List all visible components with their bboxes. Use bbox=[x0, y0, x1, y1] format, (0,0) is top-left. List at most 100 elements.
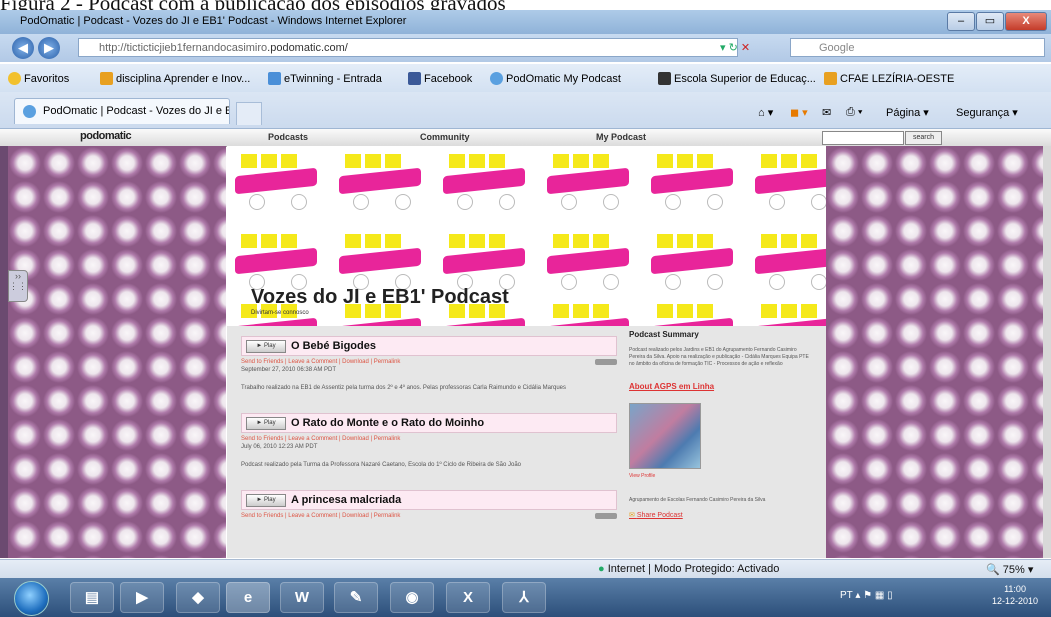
banner-decoration bbox=[235, 154, 317, 214]
page-icon bbox=[824, 72, 837, 85]
restore-button[interactable]: ▭ bbox=[976, 12, 1004, 31]
banner-decoration bbox=[339, 234, 421, 294]
podcast-title: Vozes do JI e EB1' Podcast bbox=[251, 286, 509, 308]
episode-title[interactable]: O Bebé Bigodes bbox=[291, 340, 376, 352]
banner-decoration bbox=[547, 154, 629, 214]
episode: ► Play O Rato do Monte e o Rato do Moinh… bbox=[241, 413, 617, 490]
nav-podcasts[interactable]: Podcasts bbox=[268, 132, 308, 142]
new-tab-button[interactable] bbox=[236, 102, 262, 125]
nav-my-podcast[interactable]: My Podcast bbox=[596, 132, 646, 142]
mail-icon[interactable]: ✉ bbox=[822, 106, 831, 119]
episode: ► Play O Bebé Bigodes Send to Friends | … bbox=[241, 336, 617, 413]
excel-icon[interactable]: X bbox=[446, 582, 490, 613]
episode-title[interactable]: A princesa malcriada bbox=[291, 494, 401, 506]
zoom-level[interactable]: 🔍 75% ▾ bbox=[986, 563, 1033, 576]
play-button[interactable]: ► Play bbox=[246, 339, 286, 353]
print-icon[interactable]: ⎙ ▾ bbox=[846, 106, 862, 119]
forward-button[interactable]: ▶ bbox=[38, 37, 60, 59]
internet-explorer-icon[interactable]: e bbox=[226, 582, 270, 613]
school-icon bbox=[658, 72, 671, 85]
summary-heading: Podcast Summary bbox=[629, 330, 699, 339]
refresh-stop-icons[interactable]: ▾ ↻ ✕ bbox=[720, 41, 750, 54]
banner-decoration bbox=[339, 154, 421, 214]
address-bar[interactable]: http://ticticticjieb1fernandocasimiro.po… bbox=[78, 38, 738, 57]
back-button[interactable]: ◀ bbox=[12, 37, 34, 59]
tab-podomatic[interactable]: PodOmatic | Podcast - Vozes do JI e E... bbox=[14, 98, 230, 124]
podomatic-icon bbox=[23, 105, 36, 118]
episode-links[interactable]: Send to Friends | Leave a Comment | Down… bbox=[241, 359, 617, 367]
view-profile-link[interactable]: View Profile bbox=[629, 473, 809, 479]
word-icon[interactable]: W bbox=[280, 582, 324, 613]
globe-icon: ● bbox=[598, 563, 605, 575]
decorative-background-left bbox=[8, 146, 226, 558]
paint-icon[interactable]: ✎ bbox=[334, 582, 378, 613]
share-badge[interactable] bbox=[595, 359, 617, 365]
decorative-background-right bbox=[826, 146, 1043, 558]
media-player-icon[interactable]: ▶ bbox=[120, 582, 164, 613]
share-icon: ✉ bbox=[629, 512, 637, 519]
security-zone: ● Internet | Modo Protegido: Activado bbox=[598, 563, 780, 575]
favorite-item[interactable]: Facebook bbox=[408, 72, 472, 85]
start-button[interactable] bbox=[14, 581, 49, 616]
favorite-item[interactable]: eTwinning - Entrada bbox=[268, 72, 382, 85]
app-icon[interactable]: ◆ bbox=[176, 582, 220, 613]
banner-decoration bbox=[651, 234, 733, 294]
firefox-icon[interactable]: ◉ bbox=[390, 582, 434, 613]
banner-decoration bbox=[651, 304, 733, 326]
pdf-icon[interactable]: ⅄ bbox=[502, 582, 546, 613]
podomatic-search-input[interactable] bbox=[822, 131, 904, 145]
episode-date: July 06, 2010 12:23 AM PDT bbox=[241, 444, 318, 450]
episode-links[interactable]: Send to Friends | Leave a Comment | Down… bbox=[241, 513, 617, 521]
minimize-button[interactable]: – bbox=[947, 12, 975, 31]
favorites-bar: Favoritos disciplina Aprender e Inov... … bbox=[0, 64, 1051, 92]
taskbar: ▤ ▶ ◆ e W ✎ ◉ X ⅄ PT ▴ ⚑ ▦ ▯ 11:00 12-12-… bbox=[0, 578, 1051, 617]
podomatic-header: podomatic Podcasts Community My Podcast … bbox=[0, 129, 1051, 147]
sidebar-toggle[interactable]: ›› ⋮⋮ bbox=[8, 270, 28, 302]
close-button[interactable]: X bbox=[1005, 12, 1047, 31]
episode-links[interactable]: Send to Friends | Leave a Comment | Down… bbox=[241, 436, 617, 444]
episode-description: Podcast realizado pela Turma da Professo… bbox=[241, 462, 522, 468]
etwinning-icon bbox=[268, 72, 281, 85]
favorite-item[interactable]: PodOmatic My Podcast bbox=[490, 72, 621, 85]
podomatic-logo[interactable]: podomatic bbox=[80, 130, 132, 142]
summary-text: Podcast realizado pelos Jardins e EB1 do… bbox=[629, 347, 809, 367]
status-bar: ● Internet | Modo Protegido: Activado 🔍 … bbox=[0, 559, 1051, 579]
star-icon bbox=[8, 72, 21, 85]
clock[interactable]: 11:00 12-12-2010 bbox=[992, 583, 1038, 607]
favorites-button[interactable]: Favoritos bbox=[8, 72, 69, 85]
banner-decoration bbox=[235, 234, 317, 294]
banner-decoration bbox=[547, 304, 629, 326]
favorite-item[interactable]: Escola Superior de Educaç... bbox=[658, 72, 816, 85]
page-icon bbox=[100, 72, 113, 85]
rss-icon[interactable]: ◼ ▾ bbox=[790, 106, 808, 119]
search-button[interactable]: search bbox=[905, 131, 942, 145]
play-button[interactable]: ► Play bbox=[246, 416, 286, 430]
page-edge bbox=[0, 146, 8, 558]
banner-decoration bbox=[651, 154, 733, 214]
podcast-page: Vozes do JI e EB1' Podcast Divirtam-se c… bbox=[227, 146, 826, 558]
favorite-item[interactable]: CFAE LEZÍRIA-OESTE bbox=[824, 72, 954, 85]
home-icon[interactable]: ⌂ ▾ bbox=[758, 106, 773, 119]
episode-title[interactable]: O Rato do Monte e o Rato do Moinho bbox=[291, 417, 484, 429]
about-link[interactable]: About AGPS em Linha bbox=[629, 382, 809, 391]
security-menu[interactable]: Segurança ▾ bbox=[956, 106, 1018, 119]
system-tray[interactable]: PT ▴ ⚑ ▦ ▯ bbox=[840, 590, 893, 601]
episode-list: ► Play O Bebé Bigodes Send to Friends | … bbox=[241, 336, 617, 521]
search-input[interactable]: Google bbox=[790, 38, 1045, 57]
banner-decoration bbox=[443, 154, 525, 214]
profile-photo[interactable] bbox=[629, 403, 701, 469]
share-podcast-link[interactable]: ✉ Share Podcast bbox=[629, 511, 809, 519]
episode-description: Trabalho realizado na EB1 de Assentiz pe… bbox=[241, 385, 567, 391]
scrollbar[interactable] bbox=[1043, 146, 1051, 558]
podcast-summary-panel: Podcast Summary Podcast realizado pelos … bbox=[629, 330, 809, 519]
explorer-icon[interactable]: ▤ bbox=[70, 582, 114, 613]
share-badge[interactable] bbox=[595, 513, 617, 519]
banner-decoration bbox=[755, 234, 826, 294]
favorite-item[interactable]: disciplina Aprender e Inov... bbox=[100, 72, 250, 85]
page-menu[interactable]: Página ▾ bbox=[886, 106, 929, 119]
address-row: ◀ ▶ http://ticticticjieb1fernandocasimir… bbox=[0, 34, 1051, 62]
school-name: Agrupamento de Escolas Fernando Casimiro… bbox=[629, 497, 766, 503]
tab-row: PodOmatic | Podcast - Vozes do JI e E...… bbox=[0, 92, 1051, 129]
nav-community[interactable]: Community bbox=[420, 132, 470, 142]
play-button[interactable]: ► Play bbox=[246, 493, 286, 507]
